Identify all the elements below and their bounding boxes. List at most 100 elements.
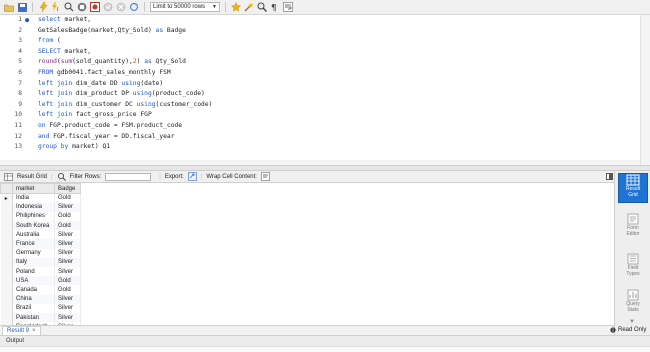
cell-badge[interactable]: Silver — [54, 312, 81, 323]
cell-market[interactable]: China — [12, 294, 55, 304]
beautify-icon[interactable] — [231, 2, 241, 12]
cell-market[interactable]: South Korea — [12, 221, 55, 231]
cell-market[interactable]: Poland — [12, 267, 55, 277]
table-row[interactable]: France Silver — [0, 239, 81, 249]
row-selector[interactable] — [0, 257, 13, 267]
cell-badge[interactable]: Silver — [54, 303, 81, 313]
row-selector[interactable] — [0, 312, 13, 323]
magic-wand-icon[interactable] — [244, 2, 254, 12]
filter-rows-input[interactable] — [105, 172, 152, 181]
code-line[interactable]: 8 left join dim_product DP using(product_… — [0, 89, 634, 100]
result-grid-label[interactable]: Result Grid — [17, 174, 47, 180]
form-editor-button[interactable]: Form Editor — [618, 213, 648, 243]
code-line[interactable]: 6 FROM gdb0041.fact_sales_monthly FSM — [0, 68, 634, 79]
column-header-badge[interactable]: Badge — [54, 183, 81, 194]
sql-editor[interactable]: 1 ● select market, 2 GetSalesBadge(market,Qt… — [0, 15, 650, 165]
cell-market[interactable]: Germany — [12, 248, 55, 258]
cell-badge[interactable]: Gold — [54, 211, 81, 222]
code-line[interactable]: 10 left join fact_gross_price FGP — [0, 110, 634, 121]
refresh-icon[interactable] — [129, 2, 139, 12]
cell-badge[interactable]: Gold — [54, 276, 81, 286]
code-line[interactable]: 9 left join dim_customer DC using(custome… — [0, 100, 634, 111]
row-selector[interactable] — [0, 294, 13, 304]
row-selector[interactable] — [0, 285, 13, 295]
cell-market[interactable]: USA — [12, 276, 55, 286]
cell-market[interactable]: France — [12, 239, 55, 249]
output-label[interactable]: Output — [6, 338, 24, 344]
editor-vertical-scrollbar[interactable] — [640, 15, 650, 165]
query-stats-button[interactable]: Query Stats — [618, 289, 648, 319]
cell-market[interactable]: Philiphines — [12, 211, 55, 222]
export-icon[interactable] — [188, 172, 197, 181]
row-selector[interactable] — [0, 267, 13, 277]
wrap-cell-content-icon[interactable] — [261, 172, 270, 181]
row-selector[interactable] — [0, 276, 13, 286]
cell-badge[interactable]: Silver — [54, 257, 81, 267]
word-wrap-icon[interactable] — [283, 2, 293, 12]
cell-badge[interactable]: Silver — [54, 239, 81, 249]
column-header-market[interactable]: market — [12, 183, 55, 194]
code-line[interactable]: 4 SELECT market, — [0, 47, 634, 58]
execute-icon[interactable] — [38, 2, 48, 12]
table-row[interactable]: Australia Silver — [0, 230, 81, 240]
explain-icon[interactable] — [64, 2, 74, 12]
table-row[interactable]: Italy Silver — [0, 257, 81, 267]
table-row[interactable]: Poland Silver — [0, 267, 81, 277]
row-selector[interactable] — [0, 239, 13, 249]
cell-badge[interactable]: Gold — [54, 221, 81, 231]
table-row[interactable]: USA Gold — [0, 276, 81, 286]
code-line[interactable]: 1 ● select market, — [0, 15, 634, 26]
cell-badge[interactable]: Silver — [54, 202, 81, 212]
table-row[interactable]: Canada Gold — [0, 285, 81, 295]
cell-badge[interactable]: Gold — [54, 193, 81, 203]
code-line[interactable]: 3 from ( — [0, 36, 634, 47]
row-selector[interactable]: ▸ — [0, 193, 13, 203]
code-line[interactable]: 2 GetSalesBadge(market,Qty_Sold) as Badge — [0, 26, 634, 37]
table-row[interactable]: Philiphines Gold — [0, 211, 81, 222]
toggle-side-panel-icon[interactable] — [606, 173, 613, 180]
commit-icon[interactable] — [103, 2, 113, 12]
close-icon[interactable]: × — [32, 327, 36, 335]
row-selector[interactable] — [0, 248, 13, 258]
table-row[interactable]: Indonesia Silver — [0, 202, 81, 212]
row-selector[interactable] — [0, 303, 13, 313]
execute-line-icon[interactable]: I — [51, 2, 61, 12]
sql-code-area[interactable]: 1 ● select market, 2 GetSalesBadge(market,Qt… — [14, 15, 634, 165]
save-icon[interactable] — [17, 2, 27, 12]
limit-rows-select[interactable]: Limit to 50000 rows ▼ — [150, 2, 220, 12]
field-types-button[interactable]: Field Types — [618, 253, 648, 283]
cell-market[interactable]: Brazil — [12, 303, 55, 313]
cell-market[interactable]: Italy — [12, 257, 55, 267]
toggle-autocommit-icon[interactable] — [90, 2, 100, 12]
row-selector[interactable] — [0, 211, 13, 222]
cell-market[interactable]: India — [12, 193, 55, 203]
cell-market[interactable]: Canada — [12, 285, 55, 295]
row-selector[interactable] — [0, 221, 13, 231]
stop-icon[interactable] — [77, 2, 87, 12]
cell-market[interactable]: Australia — [12, 230, 55, 240]
code-line[interactable]: 5 round(sum(sold_quantity),2) as Qty_Sold — [0, 57, 634, 68]
code-line[interactable]: 12 and FGP.fiscal_year = DD.fiscal_year — [0, 132, 634, 143]
output-scrollbar[interactable] — [0, 346, 650, 352]
code-line[interactable]: 13 group by market) Q1 — [0, 142, 634, 153]
result-grid-button[interactable]: Result Grid — [618, 173, 648, 203]
tab-result-9[interactable]: Result 9 × — [2, 326, 41, 335]
cell-badge[interactable]: Gold — [54, 285, 81, 295]
table-row[interactable]: China Silver — [0, 294, 81, 304]
invisible-chars-icon[interactable]: ¶ — [270, 2, 280, 13]
cell-badge[interactable]: Silver — [54, 267, 81, 277]
cell-badge[interactable]: Silver — [54, 248, 81, 258]
table-row[interactable]: Pakistan Silver — [0, 312, 81, 323]
table-row[interactable]: Brazil Silver — [0, 303, 81, 313]
cell-market[interactable]: Pakistan — [12, 312, 55, 323]
open-folder-icon[interactable] — [4, 2, 14, 12]
row-selector[interactable] — [0, 230, 13, 240]
table-row[interactable]: ▸ India Gold — [0, 193, 81, 203]
code-line[interactable]: 7 left join dim_date DD using(date) — [0, 79, 634, 90]
code-line[interactable]: 11 on FGP.product_code = FSM.product_code — [0, 121, 634, 132]
table-row[interactable]: South Korea Gold — [0, 221, 81, 231]
result-grid[interactable]: market Badge ▸ India Gold Indonesia Silver Ph… — [0, 183, 614, 325]
row-selector[interactable] — [0, 202, 13, 212]
table-row[interactable]: Germany Silver — [0, 248, 81, 258]
cell-badge[interactable]: Silver — [54, 230, 81, 240]
